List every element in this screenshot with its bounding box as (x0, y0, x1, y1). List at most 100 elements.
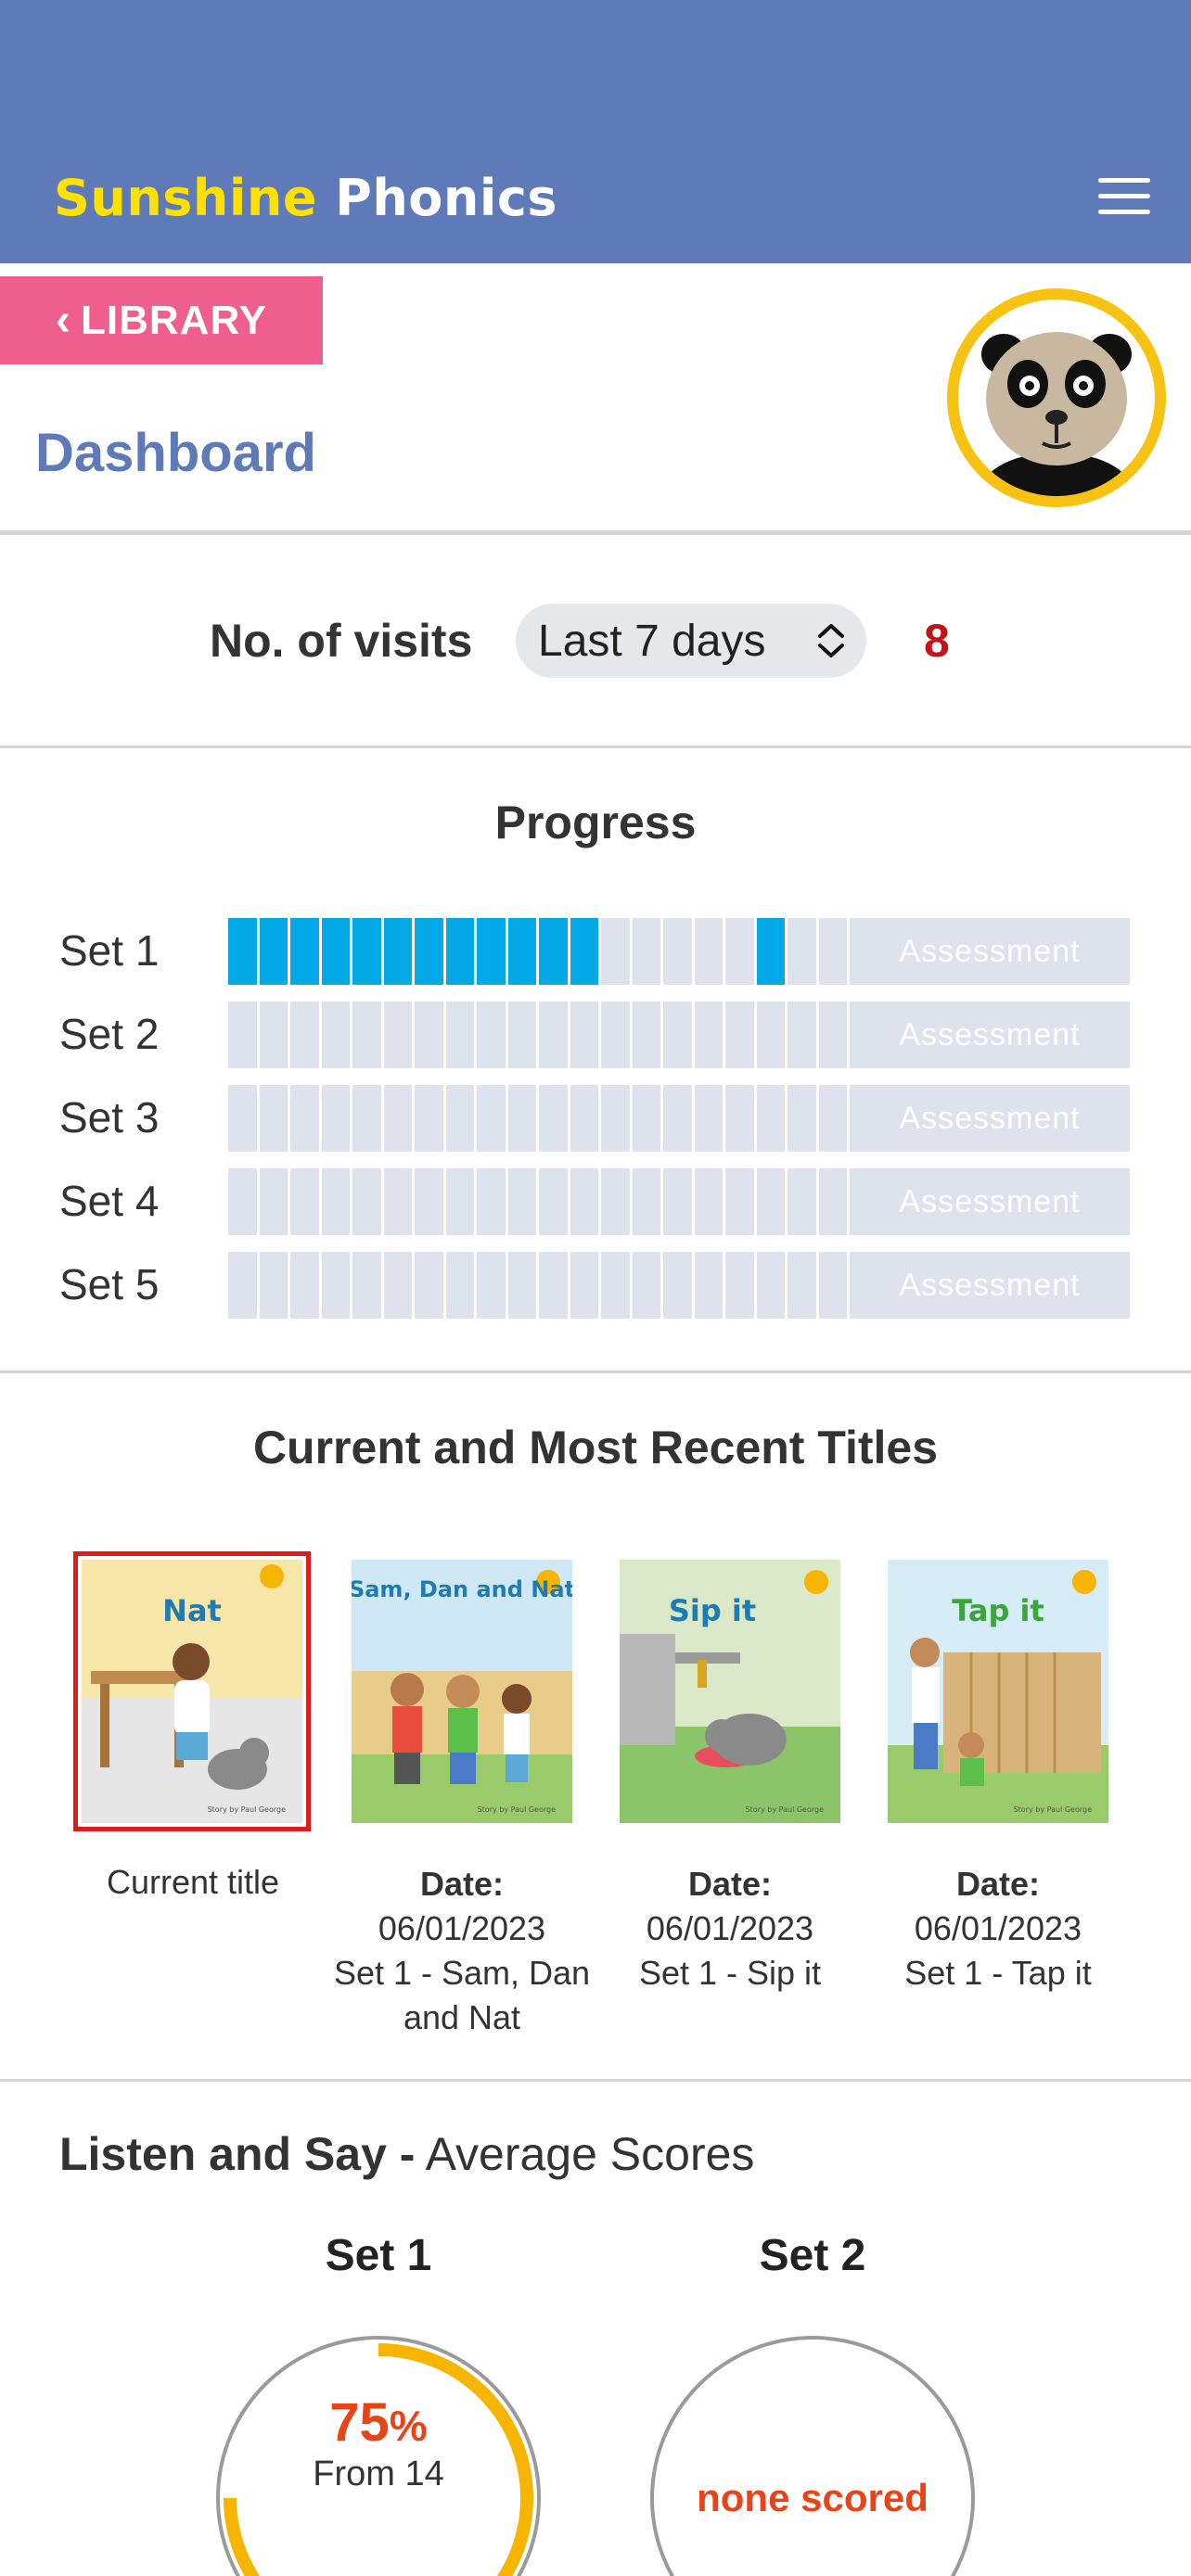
date-value: 06/01/2023 (378, 1909, 546, 1947)
book-cover-author: Story by Paul George (478, 1805, 556, 1814)
book-cover-tap-it[interactable]: Tap it Story by Paul George (888, 1560, 1108, 1823)
book-cover-title: Sip it (669, 1593, 756, 1628)
progress-segment (663, 918, 692, 985)
progress-segment (818, 1168, 847, 1235)
progress-segment (383, 1001, 412, 1068)
progress-segment (228, 1168, 257, 1235)
assessment-block[interactable]: Assessment (850, 1168, 1130, 1235)
recent-titles-title: Current and Most Recent Titles (252, 1422, 939, 1473)
progress-segment (601, 1168, 630, 1235)
progress-segment (259, 1252, 288, 1319)
progress-segment (694, 1252, 723, 1319)
progress-segment (570, 1252, 598, 1319)
progress-segment (228, 1085, 257, 1152)
progress-segment (321, 1085, 350, 1152)
progress-segment (507, 1085, 536, 1152)
progress-bar: Assessment (228, 1168, 1130, 1235)
progress-segment (290, 1085, 319, 1152)
progress-segment (539, 1252, 568, 1319)
progress-segment (756, 1001, 785, 1068)
progress-row: Set 3 Assessment (59, 1085, 1130, 1152)
progress-segment (321, 918, 350, 985)
progress-segment (725, 1001, 754, 1068)
score-from: From 14 (313, 2455, 444, 2493)
assessment-block[interactable]: Assessment (850, 1001, 1130, 1068)
book-cover-title: Sam, Dan and Nat (352, 1576, 572, 1602)
score-value: 75 (329, 2392, 390, 2453)
progress-segment (228, 918, 257, 985)
progress-segment (756, 1252, 785, 1319)
progress-segment (352, 1168, 381, 1235)
progress-segment (694, 1001, 723, 1068)
progress-segment (507, 918, 536, 985)
progress-segment (788, 918, 816, 985)
progress-segment (383, 1168, 412, 1235)
progress-set-label: Set 5 (59, 1260, 160, 1308)
progress-segment (228, 1001, 257, 1068)
date-value: 06/01/2023 (646, 1909, 814, 1947)
progress-segment (445, 1168, 474, 1235)
listen-say-title: Listen and Say - Average Scores (59, 2127, 754, 2181)
progress-segment (477, 1252, 506, 1319)
progress-segment (694, 918, 723, 985)
panda-avatar[interactable] (946, 287, 1167, 508)
progress-segment (507, 1001, 536, 1068)
progress-segment (290, 1001, 319, 1068)
progress-segment (818, 1001, 847, 1068)
book-cover-sam-dan-and-nat[interactable]: Sam, Dan and Nat Story by Paul George (352, 1560, 572, 1823)
score-set-2-none: none scored (697, 2476, 928, 2519)
set-title: Set 1 - Tap it (904, 1954, 1092, 1992)
score-set-1: 75% From 14 (213, 2392, 544, 2494)
progress-row: Set 5 Assessment (59, 1252, 1130, 1319)
progress-segment (477, 1168, 506, 1235)
book-cover-author: Story by Paul George (746, 1805, 824, 1814)
progress-segment (632, 918, 660, 985)
progress-segment (788, 1252, 816, 1319)
progress-bar: Assessment (228, 1001, 1130, 1068)
progress-segment (290, 1252, 319, 1319)
select-arrows-icon (818, 624, 844, 657)
book-caption: Current title (59, 1860, 327, 1905)
assessment-block[interactable]: Assessment (850, 1252, 1130, 1319)
progress-segment (694, 1168, 723, 1235)
progress-segment (663, 1085, 692, 1152)
progress-segment (321, 1001, 350, 1068)
progress-set-label: Set 4 (59, 1177, 160, 1225)
book-cover-sip-it[interactable]: Sip it Story by Paul George (620, 1560, 840, 1823)
app-header: Sunshine Phonics (0, 0, 1191, 263)
progress-segment (818, 918, 847, 985)
progress-segment (756, 1168, 785, 1235)
book-caption: Date: 06/01/2023 Set 1 - Sam, Dan and Na… (328, 1862, 596, 2040)
score-ring-set-2 (650, 2336, 975, 2576)
book-cover-author: Story by Paul George (1014, 1805, 1092, 1814)
progress-segment (259, 1168, 288, 1235)
date-value: 06/01/2023 (914, 1909, 1082, 1947)
brand-word-phonics: Phonics (335, 169, 557, 227)
library-back-button[interactable]: ‹ LIBRARY (0, 276, 323, 364)
progress-segment (477, 1085, 506, 1152)
progress-segment (570, 918, 598, 985)
progress-segment (788, 1001, 816, 1068)
progress-segment (477, 1001, 506, 1068)
visits-period-select[interactable]: Last 7 days (516, 604, 866, 678)
hamburger-menu-icon[interactable] (1098, 178, 1150, 215)
assessment-block[interactable]: Assessment (850, 918, 1130, 985)
book-cover-nat[interactable]: Nat Story by Paul George (73, 1551, 311, 1831)
progress-segment (570, 1168, 598, 1235)
progress-row: Set 2 Assessment (59, 1001, 1130, 1068)
assessment-block[interactable]: Assessment (850, 1085, 1130, 1152)
progress-segment (663, 1168, 692, 1235)
progress-segment (788, 1085, 816, 1152)
visits-count: 8 (924, 615, 950, 667)
progress-segment (539, 1085, 568, 1152)
progress-segment (725, 1168, 754, 1235)
progress-segment (445, 918, 474, 985)
progress-segment (415, 1085, 443, 1152)
progress-segment (632, 1085, 660, 1152)
progress-segment (507, 1168, 536, 1235)
progress-segment (290, 1168, 319, 1235)
progress-segment (601, 1001, 630, 1068)
progress-segment (290, 918, 319, 985)
progress-segment (601, 1252, 630, 1319)
progress-segment (725, 918, 754, 985)
